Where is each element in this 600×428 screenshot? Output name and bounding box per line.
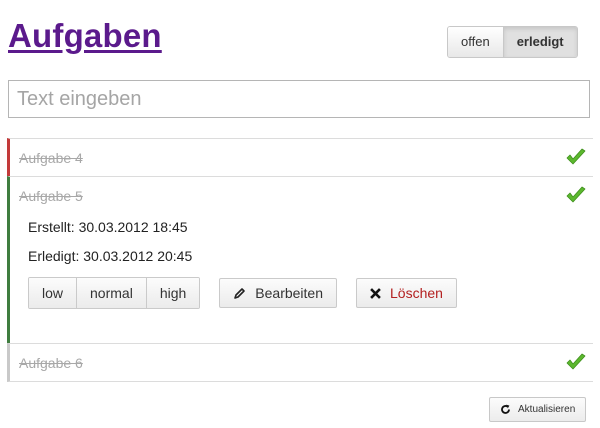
created-date: Erstellt: 30.03.2012 18:45 xyxy=(28,219,188,235)
page-title[interactable]: Aufgaben xyxy=(8,17,162,55)
check-icon[interactable] xyxy=(565,147,587,167)
task-header[interactable]: Aufgabe 5 xyxy=(10,177,593,214)
pencil-icon xyxy=(233,287,246,300)
delete-button[interactable]: Löschen xyxy=(356,278,457,308)
refresh-button[interactable]: Aktualisieren xyxy=(489,397,587,422)
priority-high-button[interactable]: high xyxy=(145,278,200,308)
edit-label: Bearbeiten xyxy=(255,285,323,301)
task-name: Aufgabe 4 xyxy=(19,150,83,166)
edit-button[interactable]: Bearbeiten xyxy=(219,278,337,308)
task-name: Aufgabe 6 xyxy=(19,355,83,371)
task-header[interactable]: Aufgabe 6 xyxy=(10,344,593,381)
task-item-expanded[interactable]: Aufgabe 5 Erstellt: 30.03.2012 18:45 Erl… xyxy=(7,176,593,343)
refresh-icon xyxy=(500,404,511,415)
status-filter: offen erledigt xyxy=(447,26,578,58)
priority-normal-button[interactable]: normal xyxy=(76,278,146,308)
filter-open-button[interactable]: offen xyxy=(448,27,503,57)
priority-low-button[interactable]: low xyxy=(29,278,77,308)
task-actions: low normal high Bearbeiten Löschen xyxy=(28,277,593,309)
filter-done-button[interactable]: erledigt xyxy=(502,27,577,57)
refresh-label: Aktualisieren xyxy=(518,404,576,415)
new-task-input[interactable] xyxy=(8,80,590,118)
task-name: Aufgabe 5 xyxy=(19,188,83,204)
task-item[interactable]: Aufgabe 4 xyxy=(7,138,593,176)
completed-date: Erledigt: 30.03.2012 20:45 xyxy=(28,248,193,264)
task-details: Erstellt: 30.03.2012 18:45 Erledigt: 30.… xyxy=(10,214,593,343)
task-list: Aufgabe 4 Aufgabe 5 Erstellt: 30.03.2012… xyxy=(7,138,593,382)
task-item[interactable]: Aufgabe 6 xyxy=(7,343,593,382)
task-header[interactable]: Aufgabe 4 xyxy=(10,139,593,176)
check-icon[interactable] xyxy=(565,185,587,205)
x-icon xyxy=(370,287,381,299)
check-icon[interactable] xyxy=(565,352,587,372)
priority-selector: low normal high xyxy=(28,277,201,309)
delete-label: Löschen xyxy=(390,285,443,301)
